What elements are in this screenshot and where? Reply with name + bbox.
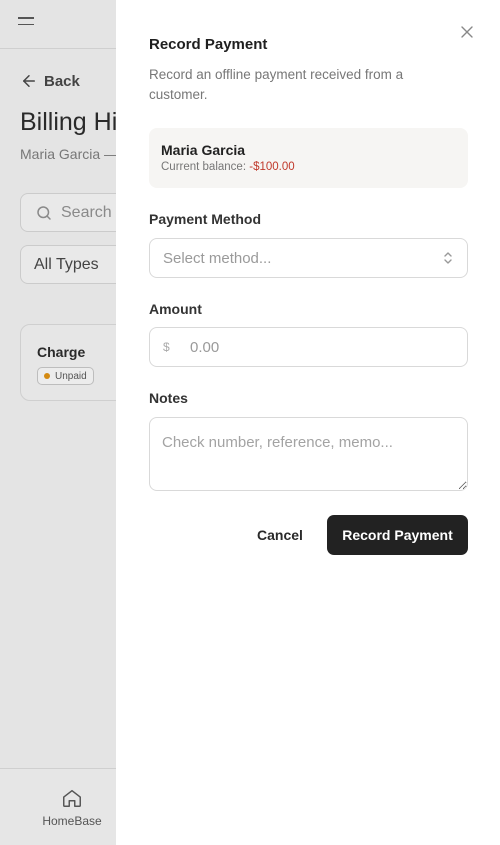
home-icon — [63, 789, 81, 807]
back-label: Back — [44, 72, 80, 90]
customer-balance: Current balance: -$100.00 — [161, 161, 295, 173]
menu-icon[interactable] — [18, 17, 34, 29]
close-button[interactable] — [460, 25, 474, 39]
back-link[interactable]: Back — [20, 72, 80, 90]
drawer-title: Record Payment — [149, 36, 268, 53]
payment-method-label: Payment Method — [149, 211, 262, 227]
amount-field: $ — [149, 327, 468, 367]
search-placeholder: Search — [61, 203, 112, 221]
close-icon — [461, 26, 473, 38]
record-payment-button[interactable]: Record Payment — [327, 515, 468, 555]
currency-symbol: $ — [163, 340, 170, 354]
nav-item-home[interactable]: HomeBase — [36, 787, 108, 828]
type-filter-value: All Types — [34, 255, 99, 273]
customer-name: Maria Garcia — [161, 142, 246, 158]
nav-home-label: HomeBase — [42, 814, 102, 828]
payment-method-select[interactable]: Select method... — [149, 238, 468, 278]
search-icon — [37, 205, 51, 220]
balance-value: -$100.00 — [249, 161, 295, 173]
status-dot-icon — [44, 373, 50, 379]
chevron-up-down-icon — [444, 252, 452, 264]
cancel-button[interactable]: Cancel — [242, 516, 318, 554]
drawer-description: Record an offline payment received from … — [149, 67, 404, 102]
status-badge: Unpaid — [37, 367, 94, 385]
amount-input[interactable] — [190, 328, 450, 366]
arrow-left-icon — [23, 75, 35, 87]
billing-card-title: Charge — [37, 344, 86, 360]
status-badge-label: Unpaid — [55, 370, 87, 382]
balance-label: Current balance: — [161, 161, 247, 173]
page-title: Billing Hi — [20, 108, 118, 136]
page-subtitle: Maria Garcia — — [20, 146, 119, 162]
notes-label: Notes — [149, 390, 188, 406]
payment-method-placeholder: Select method... — [163, 249, 272, 267]
amount-label: Amount — [149, 301, 202, 317]
customer-summary: Maria Garcia Current balance: -$100.00 — [149, 128, 468, 188]
notes-textarea[interactable] — [149, 417, 468, 491]
record-payment-drawer: Record Payment Record an offline payment… — [116, 0, 500, 845]
